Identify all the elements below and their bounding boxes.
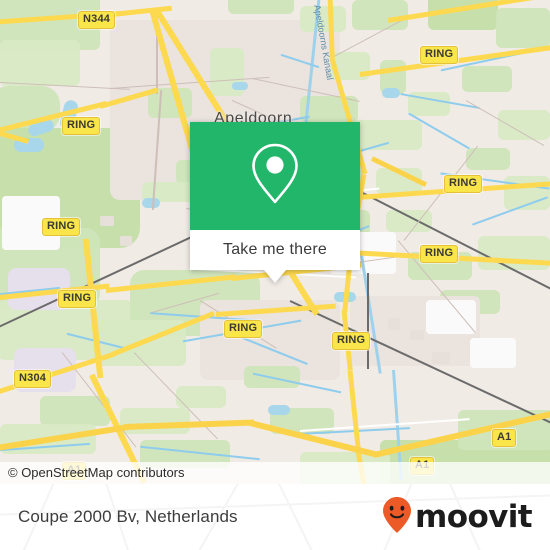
moovit-smiley-pin-icon — [382, 496, 412, 539]
location-pin-icon — [248, 141, 302, 212]
moovit-wordmark: moovit — [415, 499, 533, 535]
road-shield: RING — [224, 320, 263, 338]
popup-header — [190, 122, 360, 230]
road-shield: RING — [420, 245, 459, 263]
popup-pointer — [264, 270, 286, 283]
road-shield: RING — [42, 218, 81, 236]
canal-label: Apeldoorns Kanaal — [312, 4, 336, 81]
moovit-logo[interactable]: moovit — [382, 484, 533, 550]
map-attribution[interactable]: © OpenStreetMap contributors — [0, 462, 550, 484]
map-screenshot: Apeldoorn Apeldoorns Kanaal N344 RING RING… — [0, 0, 550, 550]
footer-bar: Coupe 2000 Bv, Netherlands moovit — [0, 484, 550, 550]
road-shield: N304 — [14, 370, 52, 388]
road-shield: RING — [444, 175, 483, 193]
popup-body[interactable]: Take me there — [190, 230, 360, 270]
watermark-line — [271, 484, 331, 550]
take-me-there-label: Take me there — [223, 241, 327, 258]
road-shield: N344 — [78, 11, 116, 29]
road-shield: RING — [420, 46, 459, 64]
road-shield: A1 — [492, 429, 517, 447]
place-title: Coupe 2000 Bv, Netherlands — [18, 507, 238, 526]
road-shield: RING — [58, 290, 97, 308]
road-shield: RING — [62, 117, 101, 135]
map-popup[interactable]: Take me there — [190, 122, 360, 283]
road-shield: RING — [332, 332, 371, 350]
